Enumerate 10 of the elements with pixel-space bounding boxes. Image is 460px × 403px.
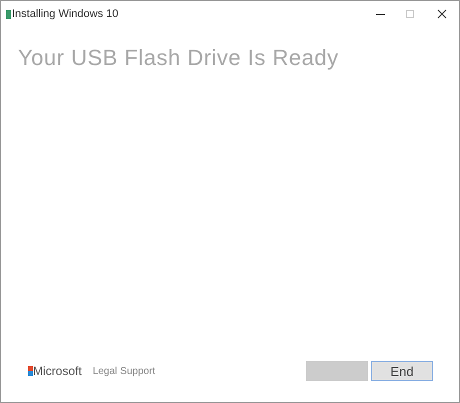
window-title: Installing Windows 10 — [12, 6, 118, 22]
brand-name: Microsoft — [33, 363, 82, 380]
end-button[interactable]: End — [371, 361, 433, 381]
close-icon — [437, 9, 447, 19]
footer-link[interactable]: Legal — [92, 364, 118, 378]
logo-icon — [28, 366, 33, 376]
maximize-icon — [406, 10, 414, 18]
footer-link[interactable]: Support — [120, 364, 156, 378]
page-heading: Your USB Flash Drive Is Ready — [18, 44, 340, 72]
app-icon — [6, 10, 11, 18]
